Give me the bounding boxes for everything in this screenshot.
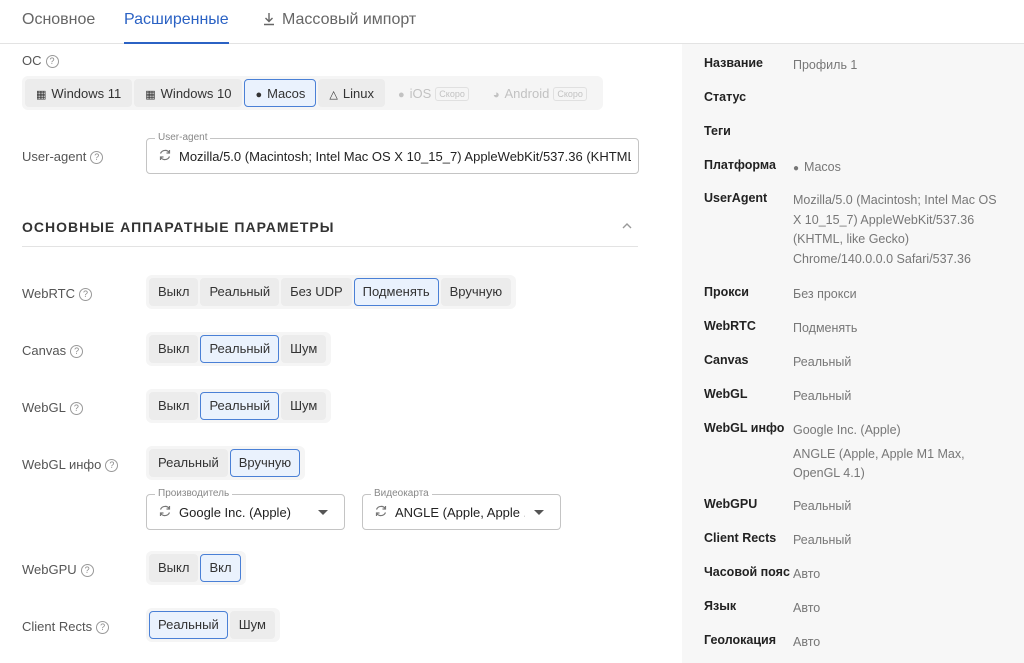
os-label: ОС? bbox=[22, 53, 59, 68]
webglinfo-label: WebGL инфо? bbox=[22, 457, 119, 472]
os-selector: ▦ Windows 11 ▦ Windows 10 ● Macos △ Linux ● iOS Ск… bbox=[22, 76, 603, 110]
canvas-off-button[interactable]: Выкл bbox=[149, 335, 199, 363]
webgpu-selector: Выкл Вкл bbox=[146, 551, 246, 585]
os-ios-button: ● iOS Скоро bbox=[386, 79, 480, 107]
canvas-real-button[interactable]: Реальный bbox=[200, 335, 280, 363]
linux-icon: △ bbox=[329, 89, 338, 101]
vendor-value: Google Inc. (Apple) bbox=[179, 505, 292, 520]
webrtc-selector: Выкл Реальный Без UDP Подменять Вручную bbox=[146, 275, 517, 309]
profile-summary-panel: Название Профиль 1 Статус Теги Платформа ●… bbox=[682, 44, 1024, 663]
tab-bulk-import[interactable]: Массовый импорт bbox=[262, 11, 416, 44]
refresh-icon[interactable] bbox=[158, 148, 172, 162]
soon-badge: Скоро bbox=[553, 87, 587, 101]
renderer-legend: Видеокарта bbox=[371, 488, 432, 500]
webrtc-spoof-button[interactable]: Подменять bbox=[353, 278, 439, 306]
soon-badge: Скоро bbox=[435, 87, 469, 101]
help-icon[interactable]: ? bbox=[69, 402, 83, 415]
windows-icon: ▦ bbox=[36, 89, 47, 101]
webrtc-no-udp-button[interactable]: Без UDP bbox=[281, 278, 352, 306]
webgl-off-button[interactable]: Выкл bbox=[149, 392, 199, 420]
vendor-select[interactable]: Производитель Google Inc. (Apple) bbox=[146, 488, 345, 530]
chevron-down-icon bbox=[534, 510, 544, 515]
apple-icon: ● bbox=[397, 89, 405, 101]
webgpu-off-button[interactable]: Выкл bbox=[149, 554, 199, 582]
webgl-noise-button[interactable]: Шум bbox=[281, 392, 327, 420]
webrtc-off-button[interactable]: Выкл bbox=[149, 278, 199, 306]
webrtc-label: WebRTC? bbox=[22, 286, 92, 301]
os-windows-11-button[interactable]: ▦ Windows 11 bbox=[25, 79, 133, 107]
download-icon bbox=[264, 13, 274, 26]
chevron-down-icon bbox=[318, 510, 328, 515]
tab-advanced[interactable]: Расширенные bbox=[124, 11, 229, 44]
os-windows-10-button[interactable]: ▦ Windows 10 bbox=[134, 79, 243, 107]
apple-icon: ● bbox=[793, 163, 800, 174]
os-macos-button[interactable]: ● Macos bbox=[244, 79, 317, 107]
help-icon[interactable]: ? bbox=[70, 345, 84, 358]
os-android-button: ◕ Android Скоро bbox=[481, 79, 598, 107]
canvas-selector: Выкл Реальный Шум bbox=[146, 332, 332, 366]
webglinfo-selector: Реальный Вручную bbox=[146, 446, 306, 480]
os-linux-button[interactable]: △ Linux bbox=[318, 79, 385, 107]
renderer-value: ANGLE (Apple, Apple ... bbox=[395, 505, 525, 520]
webrtc-manual-button[interactable]: Вручную bbox=[440, 278, 512, 306]
help-icon[interactable]: ? bbox=[78, 288, 92, 301]
chevron-up-icon[interactable] bbox=[620, 219, 634, 233]
clientrects-selector: Реальный Шум bbox=[146, 608, 280, 642]
webrtc-real-button[interactable]: Реальный bbox=[200, 278, 280, 306]
renderer-select[interactable]: Видеокарта ANGLE (Apple, Apple ... bbox=[362, 488, 561, 530]
useragent-legend: User-agent bbox=[155, 132, 211, 144]
section-divider bbox=[22, 246, 638, 247]
webgpu-label: WebGPU? bbox=[22, 562, 94, 577]
apple-icon: ● bbox=[255, 89, 263, 101]
webgl-real-button[interactable]: Реальный bbox=[200, 392, 280, 420]
canvas-label: Canvas? bbox=[22, 343, 84, 358]
tab-main[interactable]: Основное bbox=[22, 11, 95, 44]
useragent-value: Mozilla/5.0 (Macintosh; Intel Mac OS X 1… bbox=[179, 149, 631, 164]
help-icon[interactable]: ? bbox=[80, 564, 94, 577]
windows-icon: ▦ bbox=[145, 89, 156, 101]
refresh-icon[interactable] bbox=[158, 504, 172, 518]
webgpu-on-button[interactable]: Вкл bbox=[200, 554, 241, 582]
vendor-legend: Производитель bbox=[155, 488, 233, 500]
help-icon[interactable]: ? bbox=[90, 151, 104, 164]
tab-bar: Основное Расширенные Массовый импорт bbox=[0, 0, 1024, 44]
webgl-selector: Выкл Реальный Шум bbox=[146, 389, 332, 423]
help-icon[interactable]: ? bbox=[45, 55, 59, 68]
refresh-icon[interactable] bbox=[374, 504, 388, 518]
help-icon[interactable]: ? bbox=[105, 459, 119, 472]
clientrects-noise-button[interactable]: Шум bbox=[229, 611, 275, 639]
clientrects-label: Client Rects? bbox=[22, 619, 110, 634]
clientrects-real-button[interactable]: Реальный bbox=[149, 611, 228, 639]
canvas-noise-button[interactable]: Шум bbox=[281, 335, 327, 363]
webgl-label: WebGL? bbox=[22, 400, 83, 415]
webglinfo-manual-button[interactable]: Вручную bbox=[229, 449, 301, 477]
help-icon[interactable]: ? bbox=[96, 621, 110, 634]
hardware-section-title: ОСНОВНЫЕ АППАРАТНЫЕ ПАРАМЕТРЫ bbox=[22, 219, 335, 235]
useragent-label: User-agent? bbox=[22, 149, 104, 164]
android-icon: ◕ bbox=[492, 89, 500, 101]
useragent-field[interactable]: User-agent Mozilla/5.0 (Macintosh; Intel… bbox=[146, 132, 639, 174]
webglinfo-real-button[interactable]: Реальный bbox=[149, 449, 228, 477]
